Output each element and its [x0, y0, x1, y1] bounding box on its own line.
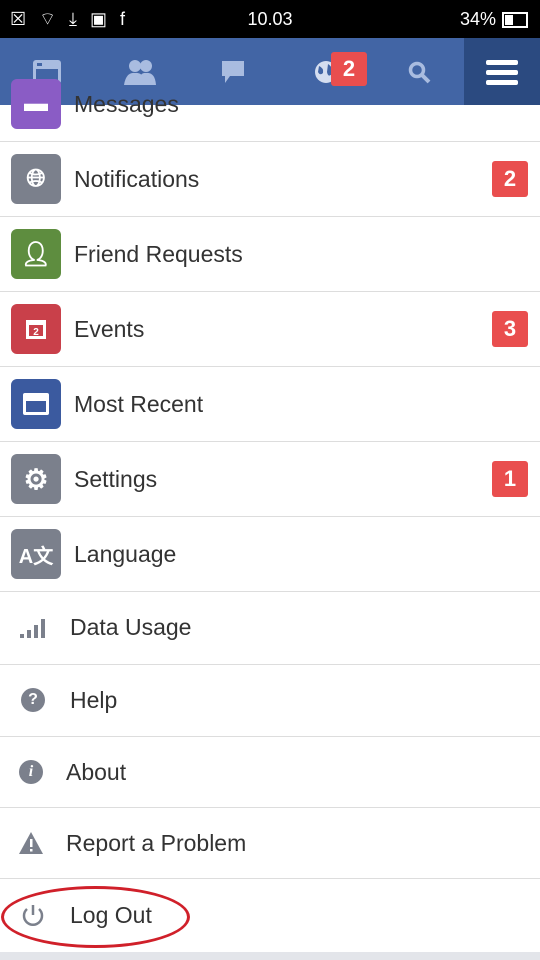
search-button[interactable] — [372, 38, 465, 105]
battery-icon — [502, 11, 528, 28]
language-icon: A文 — [11, 529, 61, 579]
battery-percent: 34% — [459, 9, 496, 29]
bottom-divider — [0, 952, 540, 960]
menu-item-label: Messages — [74, 91, 179, 117]
menu-item-about[interactable]: i About — [0, 737, 540, 808]
menu-item-label: Report a Problem — [66, 829, 247, 856]
settings-count-badge: 1 — [492, 461, 528, 497]
menu-item-report-a-problem[interactable]: Report a Problem — [0, 808, 540, 879]
add-friend-icon: 👤︎ — [11, 229, 61, 279]
warning-icon — [18, 830, 44, 856]
menu-item-help[interactable]: ? Help — [0, 665, 540, 737]
menu-button[interactable] — [464, 38, 540, 105]
help-icon: ? — [20, 687, 46, 713]
messages-icon — [221, 60, 244, 83]
info-icon: i — [18, 759, 44, 785]
menu-item-label: Help — [70, 686, 118, 713]
svg-text:2: 2 — [33, 327, 39, 338]
status-bar: ☒ ⌔ ⤓ ▣ f 10.03 34% — [0, 0, 540, 38]
notifications-count-badge: 2 — [492, 161, 528, 197]
menu-item-label: Friend Requests — [74, 240, 243, 267]
events-count-badge: 3 — [492, 311, 528, 347]
messages-button[interactable] — [186, 38, 279, 105]
news-feed-icon — [11, 379, 61, 429]
notifications-badge: 2 — [331, 52, 367, 86]
menu-list: ▬ Messages 🌐︎ Notifications 2 👤︎ Friend … — [0, 79, 540, 952]
menu-item-label: Most Recent — [74, 390, 204, 417]
menu-item-most-recent[interactable]: Most Recent — [0, 367, 540, 442]
menu-item-label: Settings — [74, 465, 158, 492]
messages-icon: ▬ — [11, 79, 61, 129]
menu-item-settings[interactable]: ⚙ Settings 1 — [0, 442, 540, 517]
menu-item-label: Events — [74, 315, 145, 342]
log-out-highlight-annotation — [1, 886, 190, 948]
menu-item-label: Language — [74, 540, 177, 567]
notifications-button[interactable]: 2 — [279, 38, 372, 105]
menu-item-friend-requests[interactable]: 👤︎ Friend Requests — [0, 217, 540, 292]
menu-item-events[interactable]: 2 Events 3 — [0, 292, 540, 367]
globe-icon: 🌐︎ — [11, 154, 61, 204]
signal-bars-icon — [20, 615, 46, 641]
menu-item-messages[interactable]: ▬ Messages — [0, 79, 540, 142]
menu-item-label: Data Usage — [70, 614, 192, 641]
friends-icon — [123, 59, 156, 85]
menu-item-label: About — [66, 758, 127, 785]
gear-icon: ⚙ — [11, 454, 61, 504]
search-icon — [408, 61, 430, 83]
menu-icon — [486, 59, 518, 85]
menu-item-language[interactable]: A文 Language — [0, 517, 540, 592]
menu-item-notifications[interactable]: 🌐︎ Notifications 2 — [0, 142, 540, 217]
calendar-icon: 2 — [11, 304, 61, 354]
menu-item-data-usage[interactable]: Data Usage — [0, 592, 540, 665]
menu-item-label: Notifications — [74, 165, 200, 192]
